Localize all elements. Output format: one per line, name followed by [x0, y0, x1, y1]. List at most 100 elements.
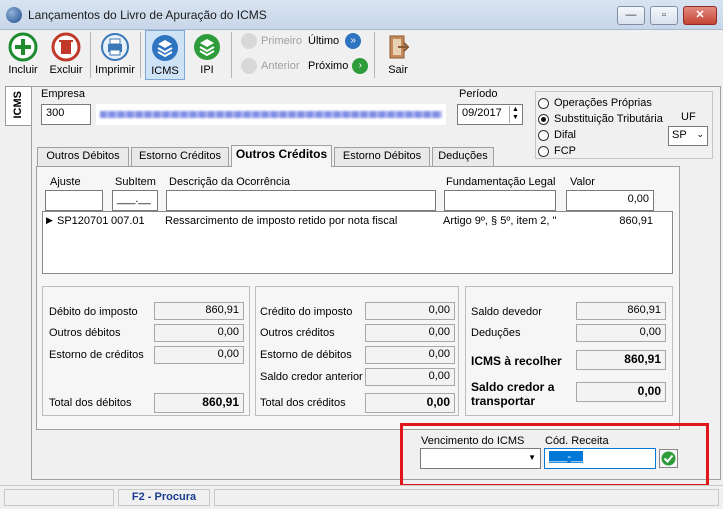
- empresa-name-field: [96, 104, 446, 125]
- saldo-credor-value: 0,00: [576, 382, 666, 402]
- tab-estorno-debitos[interactable]: Estorno Débitos: [334, 147, 430, 166]
- radio-selected-icon: [538, 113, 549, 125]
- valor-label: Valor: [570, 176, 595, 188]
- stack-icon-blue: [152, 35, 178, 61]
- outros-creditos-value: 0,00: [365, 324, 455, 342]
- radio-icon: [538, 145, 549, 157]
- total-debitos-label: Total dos débitos: [49, 397, 132, 409]
- tab-outros-creditos[interactable]: Outros Créditos: [231, 145, 332, 167]
- row-marker-icon: ▶: [46, 215, 53, 225]
- tab-estorno-creditos[interactable]: Estorno Créditos: [131, 147, 229, 166]
- icms-recolher-value: 860,91: [576, 350, 666, 370]
- estorno-debitos-label: Estorno de débitos: [260, 349, 352, 361]
- credito-imposto-label: Crédito do imposto: [260, 306, 353, 318]
- estorno-creditos-value: 0,00: [154, 346, 244, 364]
- maximize-button[interactable]: ▫: [650, 6, 678, 25]
- app-icon: [6, 7, 22, 23]
- next-icon: ›: [352, 58, 369, 74]
- ipi-label: IPI: [200, 64, 214, 76]
- radio-option[interactable]: Substituição Tributária: [538, 111, 663, 127]
- icms-label: ICMS: [151, 65, 179, 77]
- subitem-input[interactable]: ___.__: [112, 190, 158, 211]
- table-row[interactable]: ▶ SP120701 007.01 Ressarcimento de impos…: [43, 212, 672, 230]
- deducoes-value: 0,00: [576, 324, 666, 342]
- imprimir-button[interactable]: Imprimir: [94, 30, 136, 80]
- excluir-label: Excluir: [49, 64, 83, 76]
- saldo-devedor-value: 860,91: [576, 302, 666, 320]
- printer-icon: [101, 33, 129, 61]
- ajuste-label: Ajuste: [50, 176, 81, 188]
- cell-ajuste: SP120701: [57, 215, 109, 227]
- anterior-button[interactable]: Anterior: [241, 58, 300, 74]
- window-title: Lançamentos do Livro de Apuração do ICMS: [28, 8, 267, 22]
- radio-icon: [538, 97, 549, 109]
- side-tab-label: ICMS: [12, 91, 24, 119]
- trash-icon: [51, 32, 81, 62]
- periodo-spinner[interactable]: ▲ ▼: [509, 106, 521, 123]
- exit-door-icon: [389, 35, 410, 59]
- lancamentos-grid[interactable]: ▶ SP120701 007.01 Ressarcimento de impos…: [42, 211, 673, 274]
- ultimo-button[interactable]: Último »: [308, 33, 362, 49]
- total-creditos-label: Total dos créditos: [260, 397, 346, 409]
- uf-value: SP: [672, 129, 687, 141]
- tab-deducoes[interactable]: Deduções: [432, 147, 494, 166]
- empresa-code-input[interactable]: 300: [41, 104, 91, 125]
- primeiro-button[interactable]: Primeiro: [241, 33, 302, 49]
- status-hint: F2 - Procura: [118, 489, 210, 506]
- descricao-label: Descrição da Ocorrência: [169, 176, 291, 188]
- radio-label: Substituição Tributária: [554, 113, 663, 125]
- stack-icon-green: [194, 34, 220, 60]
- outros-debitos-value: 0,00: [154, 324, 244, 342]
- incluir-label: Incluir: [8, 64, 38, 76]
- proximo-button[interactable]: Próximo ›: [308, 58, 369, 74]
- ajuste-input[interactable]: [45, 190, 103, 211]
- subitem-label: SubItem: [115, 176, 156, 188]
- toolbar-separator: [140, 32, 141, 78]
- radio-option[interactable]: Operações Próprias: [538, 95, 663, 111]
- toolbar: Incluir Excluir Imprimir ICMS IPI Primei…: [0, 30, 723, 82]
- ipi-button[interactable]: IPI: [188, 30, 226, 80]
- icms-recolher-label: ICMS à recolher: [471, 354, 562, 368]
- close-button[interactable]: ✕: [683, 6, 717, 25]
- imprimir-label: Imprimir: [95, 64, 135, 76]
- fundamentacao-label: Fundamentação Legal: [446, 176, 556, 188]
- excluir-button[interactable]: Excluir: [46, 30, 86, 80]
- radio-label: Operações Próprias: [554, 97, 652, 109]
- valor-input[interactable]: 0,00: [566, 190, 654, 211]
- ultimo-label: Último: [308, 35, 340, 47]
- status-panel-left: [4, 489, 114, 506]
- cell-fundamentacao: Artigo 9º, § 5º, item 2, ": [443, 215, 557, 227]
- debito-imposto-value: 860,91: [154, 302, 244, 320]
- saldo-anterior-value: 0,00: [365, 368, 455, 386]
- minimize-button[interactable]: —: [617, 6, 645, 25]
- radio-label: FCP: [554, 145, 576, 157]
- outros-debitos-label: Outros débitos: [49, 327, 121, 339]
- status-bar: F2 - Procura: [0, 485, 723, 509]
- radio-option[interactable]: FCP: [538, 143, 663, 159]
- last-icon: »: [345, 33, 362, 49]
- title-bar: Lançamentos do Livro de Apuração do ICMS…: [0, 0, 723, 30]
- uf-select[interactable]: SP ⌄: [668, 126, 708, 146]
- chevron-down-icon: ⌄: [696, 129, 704, 139]
- fundamentacao-input[interactable]: [444, 190, 556, 211]
- toolbar-separator: [231, 32, 232, 78]
- icms-button[interactable]: ICMS: [145, 30, 185, 80]
- add-icon: [8, 32, 38, 62]
- periodo-value: 09/2017: [462, 107, 502, 119]
- primeiro-label: Primeiro: [261, 35, 302, 47]
- toolbar-separator: [90, 32, 91, 78]
- estorno-creditos-label: Estorno de créditos: [49, 349, 144, 361]
- incluir-button[interactable]: Incluir: [4, 30, 42, 80]
- radio-option[interactable]: Difal: [538, 127, 663, 143]
- tab-outros-debitos[interactable]: Outros Débitos: [37, 147, 129, 166]
- empresa-label: Empresa: [41, 88, 86, 100]
- saldo-devedor-label: Saldo devedor: [471, 306, 542, 318]
- sair-button[interactable]: Sair: [380, 30, 416, 80]
- side-tab-icms[interactable]: ICMS: [5, 86, 31, 126]
- descricao-input[interactable]: [166, 190, 436, 211]
- sair-label: Sair: [388, 64, 408, 76]
- periodo-label: Período: [459, 88, 498, 100]
- total-debitos-value: 860,91: [154, 393, 244, 413]
- cell-descricao: Ressarcimento de imposto retido por nota…: [165, 215, 398, 227]
- periodo-input[interactable]: 09/2017 ▲ ▼: [457, 104, 523, 125]
